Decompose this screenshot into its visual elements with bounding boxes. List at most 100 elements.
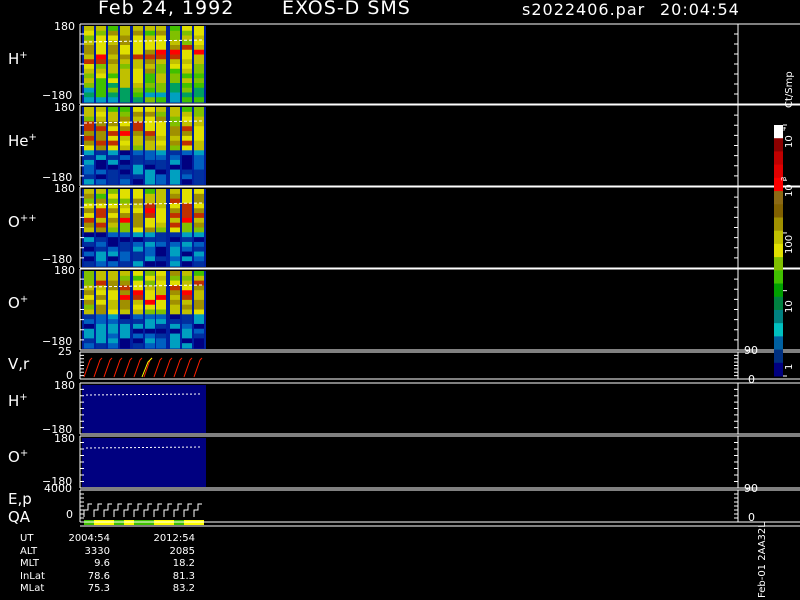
spectrogram-cell (108, 169, 118, 175)
spectrogram-cell (84, 45, 94, 51)
spectrogram-cell (120, 116, 130, 122)
spectrogram-cell (156, 309, 166, 315)
spectrogram-cell (96, 54, 106, 60)
spectrogram-cell (96, 107, 106, 113)
spectrogram-cell (194, 140, 204, 146)
spectrogram-cell (133, 232, 143, 238)
footer-col-end: 2012:54 2085 18.2 81.3 83.2 (140, 533, 195, 596)
spectrogram-cell (170, 145, 180, 151)
spectrogram-cell (182, 83, 192, 89)
spectrogram-cell (96, 145, 106, 151)
spectrogram-cell (133, 309, 143, 315)
spectrogram-cell (170, 126, 180, 132)
spectrogram-cell (84, 140, 94, 146)
spectrogram-cell (108, 333, 118, 339)
spectrogram-cell (156, 285, 166, 291)
spectrogram-cell (156, 73, 166, 79)
spectrogram-cell (194, 135, 204, 142)
spectrogram-cell (145, 135, 155, 142)
spectrogram-cell (96, 208, 106, 214)
spectrogram-cell (156, 213, 166, 219)
spectrogram-cell (156, 222, 166, 228)
spectrogram-cell (182, 213, 192, 219)
spectrogram-cell (120, 280, 130, 286)
spectrogram-cell (194, 285, 204, 291)
spectrogram-cell (170, 121, 180, 127)
spectrogram-cell (84, 30, 94, 36)
spectrogram-cell (170, 45, 180, 51)
footer-start-alt: 3330 (84, 545, 110, 557)
spectrogram-cell (194, 193, 204, 200)
spectrogram-cell (170, 169, 180, 175)
spectrogram-cell (96, 193, 106, 200)
spectrogram-cell (194, 179, 204, 185)
energy-trace (93, 503, 102, 517)
spectrogram-cell (96, 83, 106, 89)
spectrogram-cell (120, 256, 130, 262)
spectrogram-cell (194, 68, 204, 74)
spectrogram-cell (120, 193, 130, 200)
footer-end-inlat: 81.3 (172, 570, 195, 582)
ytick-top-velocity: 25 (58, 345, 72, 358)
spectrogram-cell (108, 299, 118, 306)
spectrogram-cell (84, 333, 94, 339)
spectrogram-cell (156, 333, 166, 339)
spectrogram-cell (170, 140, 180, 146)
spectrogram-cell (170, 83, 180, 89)
spectrogram-cell (182, 299, 192, 306)
energy-trace (193, 503, 202, 517)
spectrogram-cell (182, 49, 192, 55)
spectrogram-cell (108, 290, 118, 296)
spectrogram-cell (194, 213, 204, 219)
spectrogram-cell (156, 140, 166, 146)
spectrogram-cell (170, 246, 180, 253)
colorbar-swatch (774, 336, 783, 351)
spectrogram-cell (108, 319, 118, 325)
spectrogram-cell (120, 164, 130, 171)
spectrogram-cell (170, 87, 180, 93)
spectrogram-cell (120, 275, 130, 282)
spectrogram-cell (182, 107, 192, 113)
spectrogram-cell (108, 251, 118, 257)
spectrogram-cell (108, 241, 118, 248)
spectrogram-cell (182, 159, 192, 166)
spectrogram-cell (194, 338, 204, 344)
spectrogram-cell (108, 246, 118, 253)
spectrogram-cell (194, 174, 204, 180)
spectrogram-cell (108, 232, 118, 238)
spectrogram-cell (170, 323, 180, 330)
spectrogram-cell (194, 73, 204, 79)
spectrogram-cell (182, 68, 192, 74)
spectrogram-cell (182, 343, 192, 349)
spectrogram-cell (120, 232, 130, 238)
spectrogram-cell (156, 150, 166, 156)
spectrogram-cell (133, 159, 143, 166)
spectrogram-cell (133, 73, 143, 79)
spectrogram-cell (170, 73, 180, 79)
spectrogram-cell (108, 83, 118, 89)
spectrogram-cell (120, 189, 130, 195)
spectrogram-cell (133, 343, 143, 349)
panel-label-o-plus-lower: O+ (8, 448, 29, 466)
spectrogram-cell (108, 87, 118, 93)
spectrogram-cell (170, 237, 180, 243)
spectrogram-cell (145, 275, 155, 282)
spectrogram-cell (133, 299, 143, 306)
spectrogram-cell (182, 30, 192, 36)
spectrogram-cell (120, 26, 130, 32)
spectrogram-cell (182, 314, 192, 320)
spectrogram-cell (182, 140, 192, 146)
spectrogram-cell (84, 213, 94, 219)
spectrogram-cell (108, 111, 118, 118)
spectrogram-cell (170, 150, 180, 156)
spectrogram-cell (194, 261, 204, 267)
spectrogram-cell (96, 35, 106, 41)
spectrogram-cell (170, 131, 180, 137)
spectrogram-cell (120, 107, 130, 113)
spectrogram-cell (84, 83, 94, 89)
ytick-top-o-plus: 180 (54, 264, 75, 277)
spectrogram-cell (96, 256, 106, 262)
colorbar-swatch (774, 296, 783, 311)
spectrogram-cell (156, 97, 166, 103)
spectrogram-cell (194, 97, 204, 103)
